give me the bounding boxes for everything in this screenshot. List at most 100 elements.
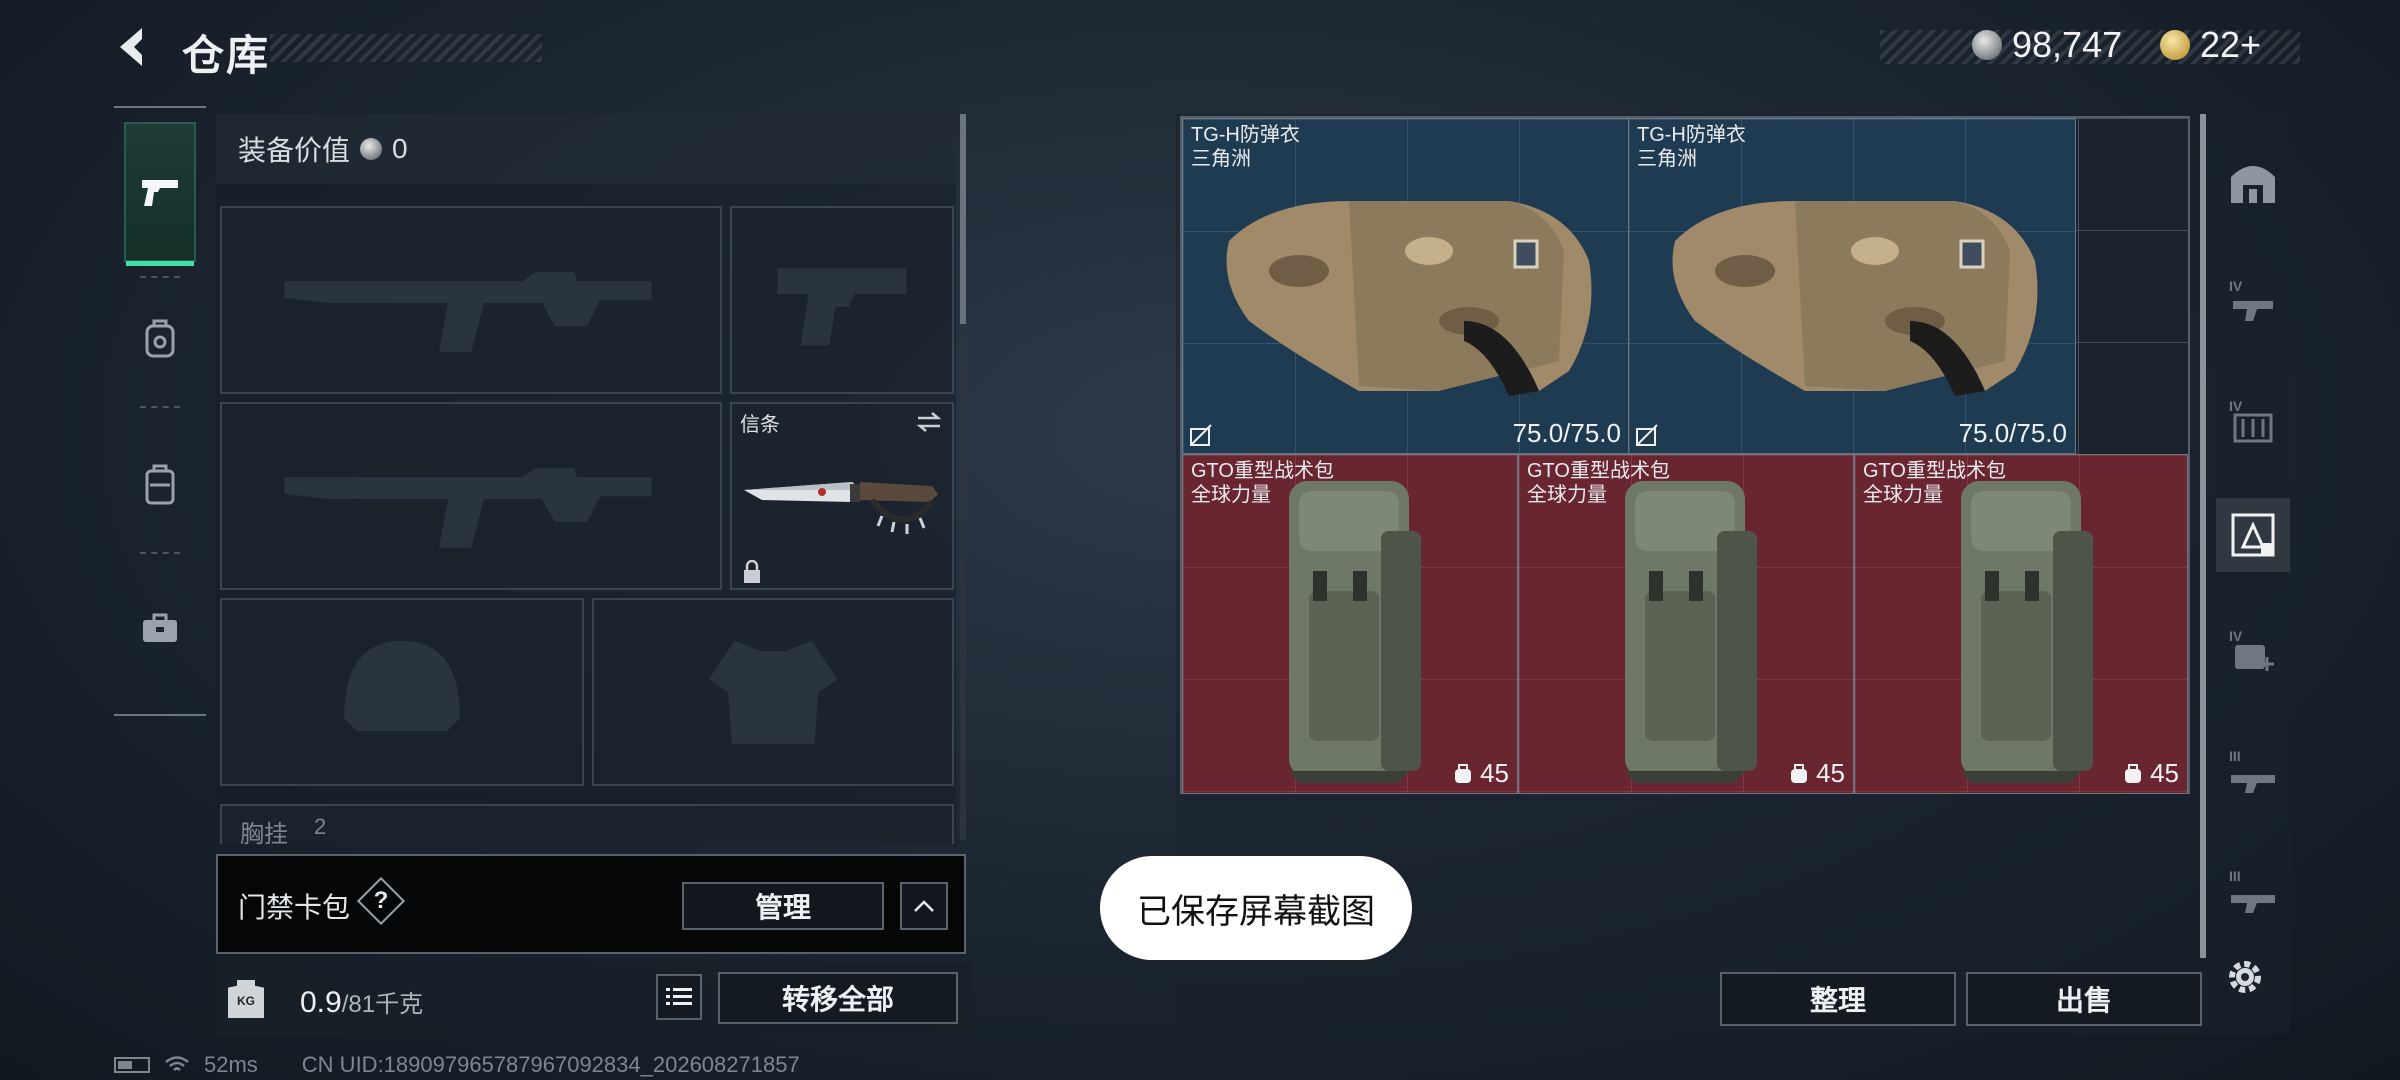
user-uid: CN UID:18909796578796709283​4_2026082718… [301,1052,800,1077]
equipment-value: 0 [392,133,408,164]
stash-item-backpack[interactable]: GTO重型战术包 全球力量 45 [1518,454,1854,794]
helmet-slot[interactable] [220,598,584,786]
silver-coin-icon [1972,30,2002,60]
backpack-icon [145,319,175,358]
rifle-silhouette-icon [284,467,652,548]
knife-item-icon [744,482,938,534]
misc-category-icon: III [2229,868,2275,913]
backpack-small-icon [1455,763,1472,783]
item-durability: 75.0/75.0 [1512,418,1621,448]
list-view-button[interactable] [656,974,702,1020]
stash-scrollbar[interactable] [2200,114,2206,958]
category-medical[interactable]: IV [2216,614,2290,688]
backpack-item-icon [1961,481,2093,783]
tab-backpack[interactable] [124,268,196,408]
pistol-icon [142,180,178,206]
transfer-all-button[interactable]: 转移全部 [718,972,958,1024]
item-durability: 75.0/75.0 [1958,418,2067,448]
rifle-silhouette-icon [284,271,652,352]
backpack-small-icon [1791,763,1808,783]
stash-item-body-armor[interactable]: TG-H防弹衣 三角洲 75.0/75.0 [1628,118,2076,454]
silver-amount: 98,747 [2012,24,2123,65]
svg-text:IV: IV [2229,628,2243,644]
tab-chest-rig[interactable] [124,414,196,554]
svg-text:IV: IV [2229,278,2243,294]
equipment-scrollbar-thumb[interactable] [960,114,966,324]
item-name: TG-H防弹衣 三角洲 [1637,124,1746,170]
back-button[interactable] [112,24,158,70]
backpack-small-icon [2125,763,2142,783]
chest-rig-count: 2 [314,814,327,839]
manage-button[interactable]: 管理 [682,882,884,930]
non-repairable-icon [1636,424,1658,446]
swap-icon[interactable] [914,410,944,434]
body-armor-item-icon [1226,201,1592,396]
tab-supplies[interactable] [124,558,196,698]
melee-label: 信条 [740,414,780,436]
access-card-pack-label: 门禁卡包 [238,892,351,923]
equipment-category-icon [2231,513,2275,557]
stash-item-backpack[interactable]: GTO重型战术包 全球力量 45 [1182,454,1518,794]
silver-coin-icon [360,138,383,160]
weight-kg-icon: KG [228,980,264,1018]
ping: 52ms [204,1052,258,1077]
wifi-icon [165,1056,189,1071]
stash-grid: TG-H防弹衣 三角洲 75.0/75.0 TG-H防弹衣 三角洲 75.0/7… [1180,116,2190,794]
stash-category-sidebar: IV IV IV III III [2216,114,2290,934]
backpack-item-icon [1289,481,1421,783]
equipment-panel: 装备价值 0 信条 胸挂 2 [216,114,956,848]
category-all[interactable] [2216,144,2290,218]
ammo-category-icon: IV [2229,398,2273,443]
chest-rig-label: 胸挂 [240,821,288,848]
title-decoration [270,34,542,62]
category-weapons[interactable]: IV [2216,264,2290,338]
chest-rig-slot[interactable]: 胸挂 2 [220,804,954,848]
tab-weapons[interactable] [124,122,196,266]
sell-button[interactable]: 出售 [1966,972,2202,1026]
backpack-item-icon [1625,481,1757,783]
item-name: TG-H防弹衣 三角洲 [1191,124,1300,170]
max-weight: /81千克 [341,991,424,1018]
lock-icon [744,560,760,583]
carry-weight: 0.9/81千克 [300,984,423,1020]
sidearm-slot[interactable] [730,206,954,394]
svg-text:III: III [2229,748,2241,764]
pistol-silhouette-icon [777,267,907,346]
stash-item-body-armor[interactable]: TG-H防弹衣 三角洲 75.0/75.0 [1182,118,1630,454]
carry-weight-row: KG 0.9/81千克 转移全部 [216,962,972,1036]
category-keys[interactable]: III [2216,734,2290,808]
chest-rig-icon [145,464,175,505]
category-equipment[interactable] [2216,498,2290,572]
status-bar: 52ms CN UID:18909796578796709283​4_20260… [114,1052,800,1078]
warehouse-icon [2231,166,2275,203]
category-ammo[interactable]: IV [2216,384,2290,458]
current-weight: 0.9 [300,986,342,1019]
gold-coin-icon [2160,30,2190,60]
keys-category-icon: III [2229,748,2275,793]
stash-item-backpack[interactable]: GTO重型战术包 全球力量 45 [1854,454,2188,794]
non-repairable-icon [1190,424,1212,446]
gold-currency[interactable]: 22+ [2160,24,2261,66]
melee-slot[interactable]: 信条 [730,402,954,590]
equipment-value-header: 装备价值 0 [216,114,956,184]
item-capacity: 45 [1452,758,1509,789]
sort-button[interactable]: 整理 [1720,972,1956,1026]
chevron-up-icon [914,900,934,912]
tab-divider [140,406,180,408]
category-misc[interactable]: III [2216,854,2290,928]
primary-weapon-slot[interactable] [220,206,722,394]
list-icon [666,988,692,1005]
equipment-category-tabs [114,106,206,716]
settings-button[interactable] [2222,954,2268,1000]
back-arrow-icon [120,28,142,66]
tab-divider [140,552,180,554]
secondary-weapon-slot[interactable] [220,402,722,590]
body-armor-slot[interactable] [592,598,954,786]
equipment-value-label: 装备价值 [238,135,351,166]
help-icon[interactable]: ? [356,876,406,926]
armor-silhouette-icon [708,640,838,744]
collapse-button[interactable] [900,882,948,930]
weapon-category-icon: IV [2229,278,2273,321]
helmet-silhouette-icon [344,640,460,731]
body-armor-item-icon [1672,201,2038,396]
